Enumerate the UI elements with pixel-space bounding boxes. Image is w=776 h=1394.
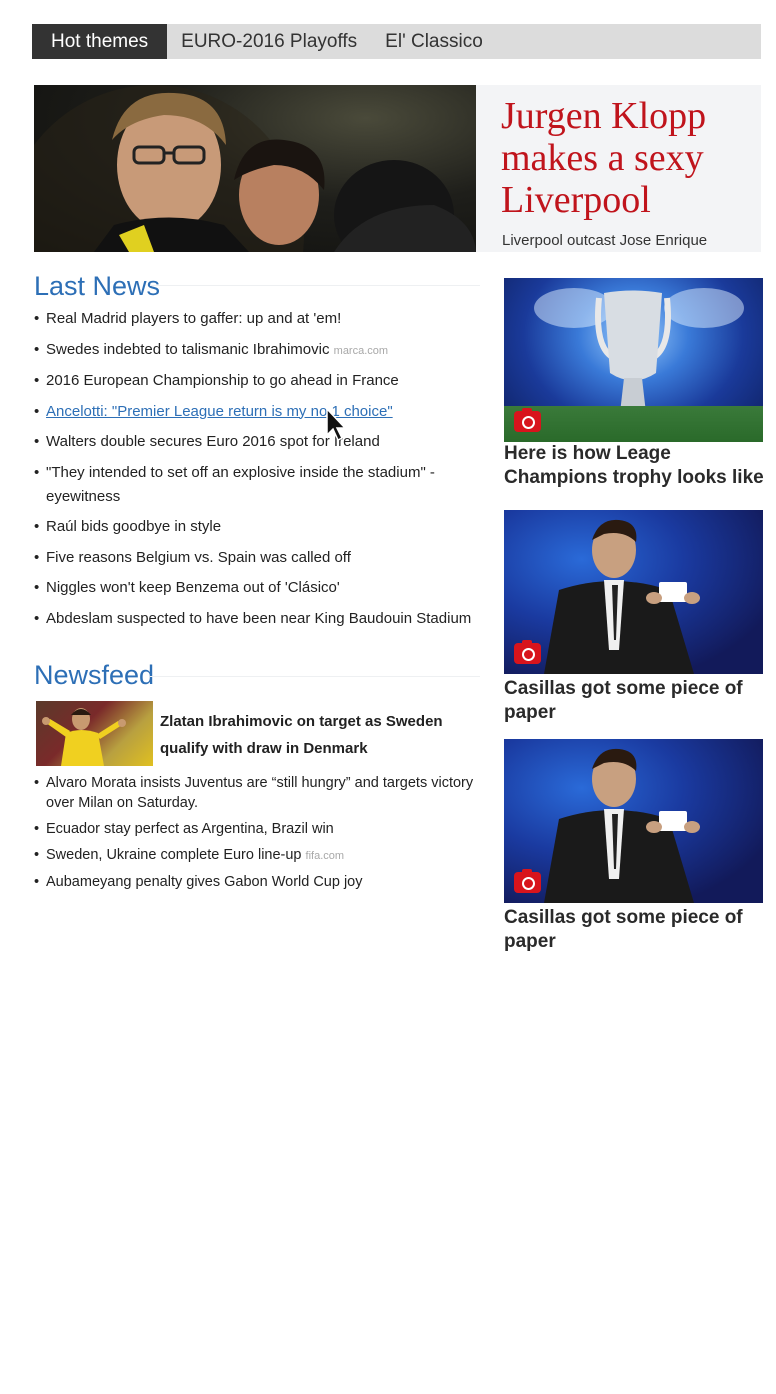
divider <box>150 676 480 677</box>
list-item[interactable]: Niggles won't keep Benzema out of 'Clási… <box>34 576 484 600</box>
camera-icon <box>514 869 541 893</box>
hero-subtitle: Liverpool outcast Jose Enrique <box>502 232 708 249</box>
list-item[interactable]: Raúl bids goodbye in style <box>34 515 484 539</box>
list-item[interactable]: Ecuador stay perfect as Argentina, Brazi… <box>34 819 474 839</box>
casillas-photo[interactable] <box>504 739 763 903</box>
tab-hot-themes[interactable]: Hot themes <box>32 24 168 59</box>
newsfeed-thumbnail[interactable] <box>36 701 153 766</box>
list-item[interactable]: Real Madrid players to gaffer: up and at… <box>34 307 484 331</box>
list-item[interactable]: Abdeslam suspected to have been near Kin… <box>34 607 484 631</box>
casillas-photo[interactable] <box>504 510 763 674</box>
card-title[interactable]: Casillas got some piece of paper <box>504 677 766 725</box>
mouse-pointer-icon <box>325 407 351 448</box>
list-item[interactable]: 2016 European Championship to go ahead i… <box>34 369 484 393</box>
hot-themes-tabs: Hot themes EURO-2016 Playoffs El' Classi… <box>32 24 761 59</box>
hero-image[interactable] <box>34 85 476 252</box>
list-item[interactable]: Sweden, Ukraine complete Euro line-up fi… <box>34 845 474 866</box>
list-item[interactable]: Aubameyang penalty gives Gabon World Cup… <box>34 872 474 892</box>
list-item[interactable]: Walters double secures Euro 2016 spot fo… <box>34 430 484 454</box>
tab-euro-2016-playoffs[interactable]: EURO-2016 Playoffs <box>167 24 371 59</box>
card-title[interactable]: Casillas got some piece of paper <box>504 906 766 954</box>
list-item[interactable]: "They intended to set off an explosive i… <box>34 461 484 509</box>
pitch <box>504 406 763 442</box>
list-item[interactable]: Ancelotti: "Premier League return is my … <box>34 400 484 424</box>
list-item[interactable]: Alvaro Morata insists Juventus are “stil… <box>34 773 474 813</box>
divider <box>150 285 480 286</box>
trophy-photo[interactable] <box>504 278 763 442</box>
camera-icon <box>514 408 541 432</box>
newsfeed-top-story[interactable]: Zlatan Ibrahimovic on target as Sweden q… <box>160 708 480 762</box>
last-news-heading: Last News <box>34 271 161 301</box>
camera-icon <box>514 640 541 664</box>
source-label: marca.com <box>333 344 389 357</box>
list-item[interactable]: Five reasons Belgium vs. Spain was calle… <box>34 546 484 570</box>
tab-el-classico[interactable]: El' Classico <box>371 24 497 59</box>
list-item[interactable]: Swedes indebted to talismanic Ibrahimovi… <box>34 338 484 363</box>
newsfeed-heading: Newsfeed <box>34 660 155 690</box>
last-news-list: Real Madrid players to gaffer: up and at… <box>34 307 484 637</box>
hero-headline[interactable]: Jurgen Klopp makes a sexy Liverpool <box>501 95 751 221</box>
newsfeed-list: Alvaro Morata insists Juventus are “stil… <box>34 773 474 898</box>
source-label: fifa.com <box>305 850 345 862</box>
card-title[interactable]: Here is how Leage Champions trophy looks… <box>504 442 766 490</box>
